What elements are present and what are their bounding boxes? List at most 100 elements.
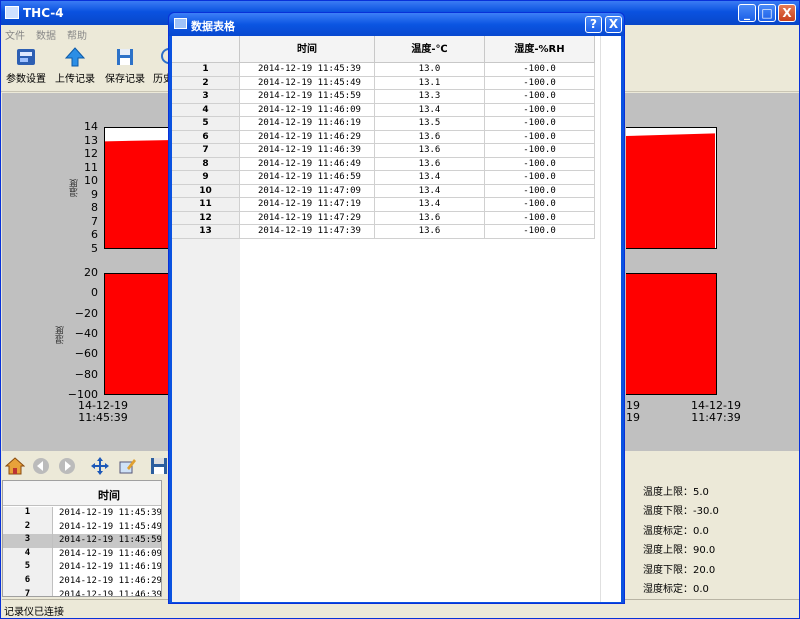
cell-temperature: 13.6 [375,211,485,225]
row-time: 2014-12-19 11:46:09 [59,548,162,559]
table-row[interactable]: 4 2014-12-19 11:46:09 [3,547,162,562]
minimize-button[interactable]: _ [738,4,756,22]
settings-button[interactable]: 参数设置 [4,46,48,90]
grid-row[interactable]: 8 2014-12-19 11:46:49 13.6 -100.0 [172,157,600,171]
records-table-header: 时间 [3,481,161,506]
maximize-button[interactable]: □ [758,4,776,22]
pan-icon[interactable] [90,456,110,476]
col-header-humidity[interactable]: 湿度-%RH [485,36,595,63]
humidity-y-tick: 0 [91,286,98,300]
cell-time: 2014-12-19 11:46:59 [240,171,375,185]
cell-temperature: 13.4 [375,103,485,117]
close-button[interactable]: X [778,4,796,22]
save-icon[interactable] [149,456,169,476]
home-icon[interactable] [5,456,25,476]
cell-temperature: 13.1 [375,76,485,90]
temp-y-tick: 13 [84,133,98,147]
temp-plot-right [626,127,717,249]
row-number: 4 [172,103,240,117]
upload-records-button[interactable]: 上传记录 [53,46,97,90]
dialog-titlebar[interactable]: 数据表格 ? X [169,13,624,36]
data-grid: 时间 温度-℃ 湿度-%RH 1 2014-12-19 11:45:39 13.0-… [172,36,600,241]
save-records-button[interactable]: 保存记录 [103,46,147,90]
cell-temperature: 13.3 [375,90,485,104]
limits-panel: 温度上限：5.0 温度下限：-30.0 温度标定：0.0 湿度上限：90.0 湿… [633,480,799,597]
x-label-start: 14-12-19 11:45:39 [78,399,128,424]
settings-icon [17,49,35,65]
table-row[interactable]: 6 2014-12-19 11:46:29 [3,575,162,589]
grid-row[interactable]: 13 2014-12-19 11:47:39 13.6 -100.0 [172,225,600,239]
cell-time: 2014-12-19 11:45:49 [240,76,375,90]
back-icon[interactable] [31,456,51,476]
grid-row[interactable]: 1 2014-12-19 11:45:39 13.0 -100.0 [172,63,600,77]
table-row[interactable]: 1 2014-12-19 11:45:39 [3,507,161,521]
cell-temperature: 13.6 [375,130,485,144]
menu-file[interactable]: 文件 [5,27,25,42]
row-number: 3 [172,90,240,104]
temp-y-tick: 10 [84,174,98,188]
table-row[interactable]: 5 2014-12-19 11:46:19 [3,561,161,575]
data-table-dialog: 数据表格 ? X 时间 温度-℃ 湿度-%RH 1 2014-12-19 11:4… [168,12,625,604]
temp-lower-limit: 温度下限：-30.0 [643,506,719,517]
grid-row[interactable]: 5 2014-12-19 11:46:19 13.5 -100.0 [172,117,600,131]
row-number: 7 [3,588,53,596]
row-number: 5 [3,561,53,575]
humidity-y-tick: −20 [74,306,98,320]
edit-icon[interactable] [117,456,137,476]
records-table: 时间 1 2014-12-19 11:45:39 2 2014-12-19 11:45… [2,480,162,597]
forward-icon[interactable] [57,456,77,476]
cell-temperature: 13.4 [375,171,485,185]
grid-row[interactable]: 6 2014-12-19 11:46:29 13.6 -100.0 [172,130,600,144]
table-row[interactable]: 7 2014-12-19 11:46:39 [3,588,161,596]
menu-help[interactable]: 帮助 [67,27,87,42]
row-time: 2014-12-19 11:46:29 [59,576,162,586]
grid-row[interactable]: 10 2014-12-19 11:47:09 13.4 -100.0 [172,184,600,198]
temp-y-tick: 5 [91,242,98,255]
cell-humidity: -100.0 [485,130,595,144]
grid-row[interactable]: 2 2014-12-19 11:45:49 13.1 -100.0 [172,76,600,90]
cell-temperature: 13.6 [375,225,485,239]
temp-area-left [105,140,175,248]
cell-humidity: -100.0 [485,171,595,185]
help-button[interactable]: ? [585,16,602,33]
cell-time: 2014-12-19 11:46:29 [240,130,375,144]
grid-row[interactable]: 4 2014-12-19 11:46:09 13.4 -100.0 [172,103,600,117]
dialog-title: 数据表格 [191,20,235,33]
col-header-temperature[interactable]: 温度-℃ [375,36,485,63]
temp-y-tick: 7 [91,214,98,228]
grid-corner [172,36,240,63]
grid-row[interactable]: 12 2014-12-19 11:47:29 13.6 -100.0 [172,211,600,225]
cell-time: 2014-12-19 11:46:39 [240,144,375,158]
temp-plot-left [104,127,175,249]
row-number: 8 [172,157,240,171]
humidity-y-tick: −60 [74,347,98,361]
table-row[interactable]: 2 2014-12-19 11:45:49 [3,520,162,535]
grid-row[interactable]: 7 2014-12-19 11:46:39 13.6 -100.0 [172,144,600,158]
table-row[interactable]: 3 2014-12-19 11:45:59 [3,534,161,548]
dialog-close-button[interactable]: X [605,16,622,33]
cell-humidity: -100.0 [485,117,595,131]
row-time: 2014-12-19 11:45:49 [59,521,162,532]
grid-row[interactable]: 9 2014-12-19 11:46:59 13.4 -100.0 [172,171,600,185]
row-number: 12 [172,211,240,225]
grid-row[interactable]: 11 2014-12-19 11:47:19 13.4 -100.0 [172,198,600,212]
grid-row[interactable]: 3 2014-12-19 11:45:59 13.3 -100.0 [172,90,600,104]
dialog-scrollbar[interactable] [600,36,621,602]
row-number: 1 [3,507,53,521]
cell-humidity: -100.0 [485,63,595,77]
dialog-body: 时间 温度-℃ 湿度-%RH 1 2014-12-19 11:45:39 13.0-… [172,36,621,602]
connection-status: 记录仪已连接 [4,607,64,618]
row-number: 7 [172,144,240,158]
cell-time: 2014-12-19 11:46:09 [240,103,375,117]
temp-upper-limit: 温度上限：5.0 [643,487,709,498]
menu-data[interactable]: 数据 [36,27,56,42]
col-header-time[interactable]: 时间 [240,36,375,63]
cell-humidity: -100.0 [485,144,595,158]
cell-humidity: -100.0 [485,184,595,198]
upload-arrow-icon [64,47,86,67]
cell-temperature: 13.4 [375,198,485,212]
cell-time: 2014-12-19 11:47:09 [240,184,375,198]
window-title: THC-4 [23,6,64,20]
cell-time: 2014-12-19 11:45:59 [240,90,375,104]
temperature-area [626,133,715,248]
